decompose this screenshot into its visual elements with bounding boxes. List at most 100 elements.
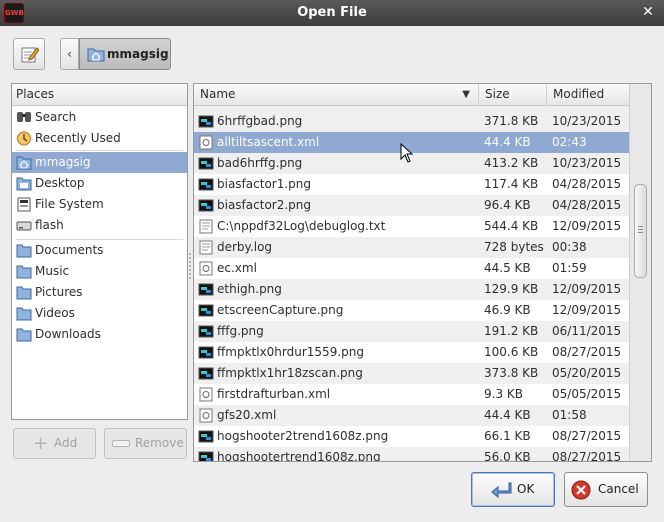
file-row[interactable]: hogshootertrend1608z.png 56.0 KB 08/27/201… <box>194 447 629 461</box>
image-icon <box>198 115 214 128</box>
file-size: 9.3 KB <box>484 387 523 401</box>
pane-resize-handle[interactable] <box>189 253 192 283</box>
ok-arrow-icon <box>491 482 512 499</box>
image-icon <box>198 283 214 296</box>
file-row[interactable]: 6hrffgbad.png 371.8 KB 10/23/2015 <box>194 111 629 132</box>
column-header-modified[interactable]: Modified <box>547 84 629 106</box>
file-row[interactable]: biasfactor1.png 117.4 KB 04/28/2015 <box>194 174 629 195</box>
search-icon <box>17 112 31 122</box>
current-folder-label: mmagsig <box>107 47 169 61</box>
cancel-button[interactable]: Cancel <box>564 472 648 507</box>
ok-button[interactable]: OK <box>471 472 555 507</box>
path-folder-button[interactable]: mmagsig <box>79 38 171 70</box>
add-bookmark-button[interactable]: + Add <box>13 428 96 459</box>
type-location-button[interactable] <box>13 38 45 70</box>
vertical-scrollbar[interactable] <box>629 84 651 461</box>
place-pictures[interactable]: Pictures <box>12 282 187 303</box>
file-size: 44.5 KB <box>484 261 531 275</box>
place-desktop[interactable]: Desktop <box>12 173 187 194</box>
image-icon <box>198 178 214 191</box>
window-title: Open File <box>297 5 367 20</box>
file-row[interactable]: biasfactor2.png 96.4 KB 04/28/2015 <box>194 195 629 216</box>
file-size: 100.6 KB <box>484 345 539 359</box>
file-modified: 05/20/2015 <box>552 366 622 380</box>
text-icon <box>199 219 213 234</box>
desktop-icon <box>16 177 32 191</box>
file-row[interactable]: fffg.png 191.2 KB 06/11/2015 <box>194 321 629 342</box>
file-size: 66.1 KB <box>484 429 531 443</box>
file-name: gfs20.xml <box>217 408 277 422</box>
file-modified: 04/28/2015 <box>552 177 622 191</box>
file-name: 6hrffgbad.png <box>217 114 303 128</box>
file-name: ffmpktlx0hrdur1559.png <box>217 345 364 359</box>
file-row[interactable]: ffmpktlx0hrdur1559.png 100.6 KB 08/27/2015 <box>194 342 629 363</box>
file-row[interactable]: etscreenCapture.png 46.9 KB 12/09/2015 <box>194 300 629 321</box>
place-videos[interactable]: Videos <box>12 303 187 324</box>
file-name: etscreenCapture.png <box>217 303 344 317</box>
file-row[interactable]: ffmpktlx1hr18zscan.png 373.8 KB 05/20/2015 <box>194 363 629 384</box>
place-label: File System <box>35 197 104 211</box>
file-modified: 02:43 <box>552 135 587 149</box>
path-back-button[interactable]: ‹ <box>60 38 79 70</box>
folder-icon <box>16 265 32 279</box>
remove-label: Remove <box>135 436 184 450</box>
folder-icon <box>16 286 32 300</box>
file-row[interactable]: gfs20.xml 44.4 KB 01:58 <box>194 405 629 426</box>
place-label: Desktop <box>35 176 85 190</box>
place-search[interactable]: Search <box>12 107 187 128</box>
file-size: 129.9 KB <box>484 282 539 296</box>
place-label: Pictures <box>35 285 83 299</box>
file-list: Name ▼ Size Modified 6hrffgbad.png 371.8 … <box>193 83 652 462</box>
file-modified: 05/05/2015 <box>552 387 622 401</box>
image-icon <box>198 304 214 317</box>
file-row[interactable]: ethigh.png 129.9 KB 12/09/2015 <box>194 279 629 300</box>
file-name: C:\nppdf32Log\debuglog.txt <box>217 219 386 233</box>
file-row[interactable]: bad6hrffg.png 413.2 KB 10/23/2015 <box>194 153 629 174</box>
file-name: firstdrafturban.xml <box>217 387 331 401</box>
file-row[interactable]: C:\nppdf32Log\debuglog.txt 544.4 KB 12/09/… <box>194 216 629 237</box>
file-modified: 00:38 <box>552 240 587 254</box>
places-separator <box>16 150 183 151</box>
scrollbar-thumb[interactable] <box>634 184 647 278</box>
image-icon <box>198 367 214 380</box>
file-name: ec.xml <box>217 261 257 275</box>
place-file-system[interactable]: File System <box>12 194 187 215</box>
file-modified: 01:59 <box>552 261 587 275</box>
file-row[interactable]: ec.xml 44.5 KB 01:59 <box>194 258 629 279</box>
xml-icon <box>199 261 213 276</box>
column-header-name[interactable]: Name ▼ <box>194 84 479 106</box>
column-header-size[interactable]: Size <box>479 84 547 106</box>
file-row[interactable]: derby.log 728 bytes 00:38 <box>194 237 629 258</box>
image-icon <box>198 199 214 212</box>
cancel-icon <box>571 480 591 500</box>
file-size: 46.9 KB <box>484 303 531 317</box>
place-label: Videos <box>35 306 75 320</box>
places-header[interactable]: Places <box>12 84 187 106</box>
file-name: biasfactor2.png <box>217 198 312 212</box>
folder-icon <box>16 328 32 342</box>
place-documents[interactable]: Documents <box>12 240 187 261</box>
place-mmagsig[interactable]: mmagsig <box>12 152 187 173</box>
cancel-label: Cancel <box>598 482 639 496</box>
image-icon <box>198 346 214 359</box>
file-row[interactable]: firstdrafturban.xml 9.3 KB 05/05/2015 <box>194 384 629 405</box>
file-modified: 12/09/2015 <box>552 282 622 296</box>
place-music[interactable]: Music <box>12 261 187 282</box>
sort-down-icon: ▼ <box>462 89 470 100</box>
place-flash[interactable]: flash <box>12 215 187 236</box>
close-icon[interactable]: ✕ <box>640 4 656 20</box>
file-name: hogshooter2trend1608z.png <box>217 429 389 443</box>
home-folder-icon <box>16 156 32 170</box>
file-modified: 04/28/2015 <box>552 198 622 212</box>
remove-bookmark-button[interactable]: Remove <box>104 428 187 459</box>
place-label: Documents <box>35 243 104 257</box>
image-icon <box>198 451 214 461</box>
file-row[interactable]: hogshooter2trend1608z.png 66.1 KB 08/27/20… <box>194 426 629 447</box>
place-recently-used[interactable]: Recently Used <box>12 128 187 149</box>
place-downloads[interactable]: Downloads <box>12 324 187 345</box>
place-label: Recently Used <box>35 131 121 145</box>
file-modified: 10/23/2015 <box>552 156 622 170</box>
minus-icon <box>112 440 130 447</box>
file-row[interactable]: alltiltsascent.xml 44.4 KB 02:43 <box>194 132 629 153</box>
place-label: flash <box>35 218 64 232</box>
